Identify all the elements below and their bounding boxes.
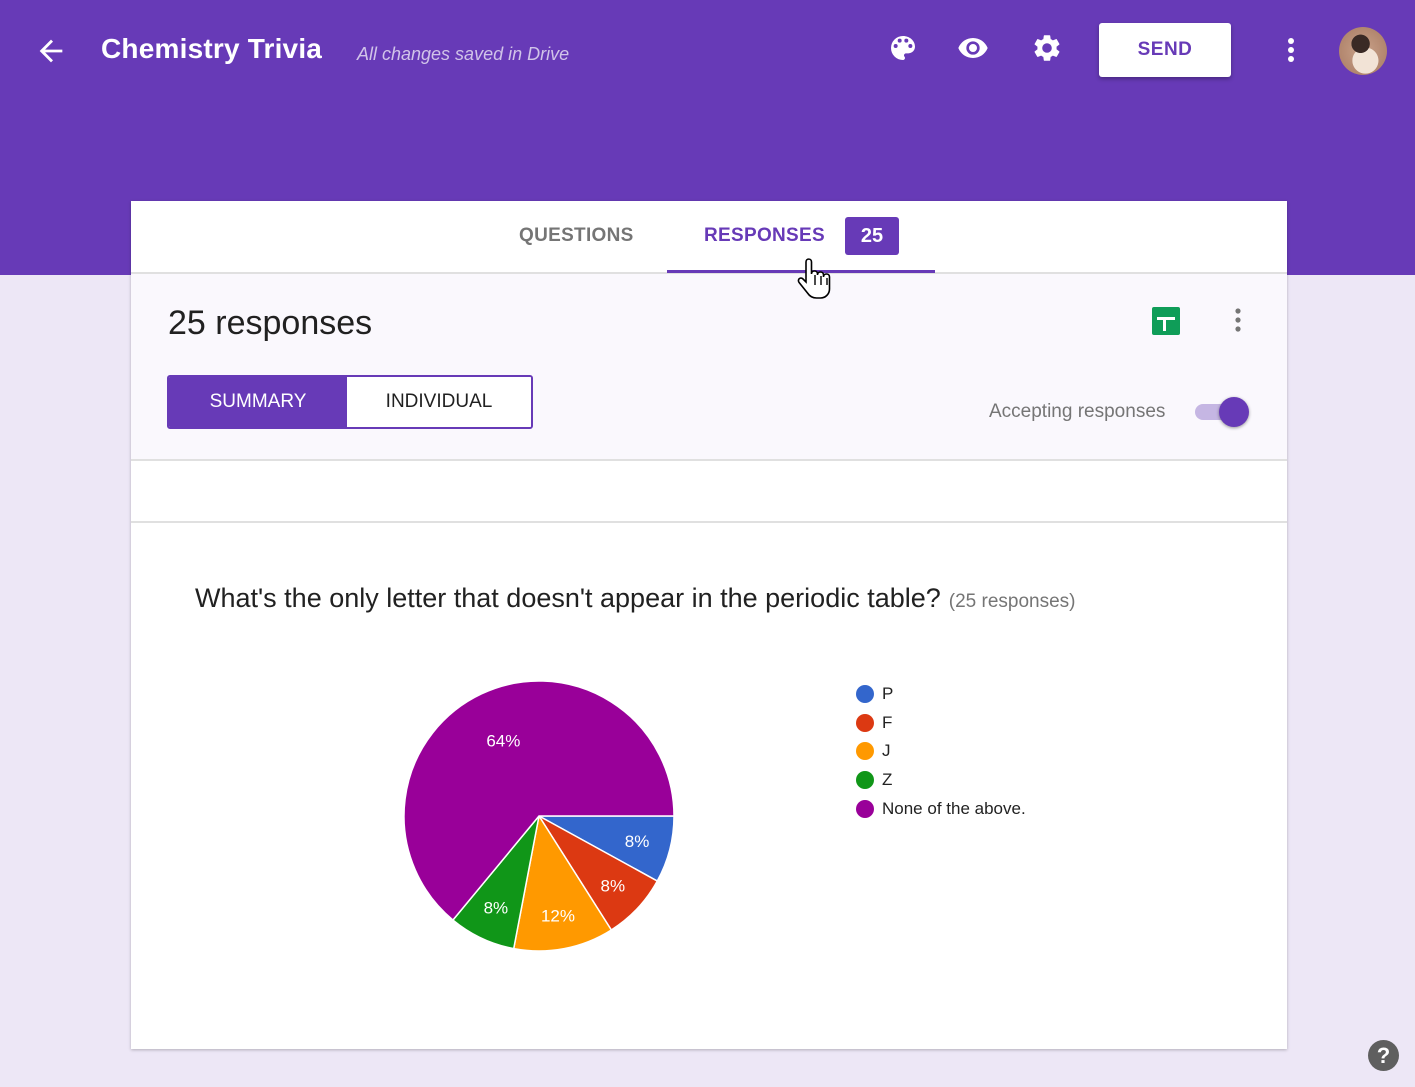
- legend-swatch: [856, 771, 874, 790]
- legend-item: F: [856, 709, 1026, 738]
- pie-data-label: 64%: [486, 731, 520, 750]
- legend-swatch: [856, 742, 874, 761]
- send-button[interactable]: SEND: [1099, 23, 1231, 77]
- form-title[interactable]: Chemistry Trivia: [101, 33, 322, 65]
- tab-responses[interactable]: RESPONSES: [704, 225, 825, 247]
- pie-data-label: 8%: [484, 899, 509, 918]
- help-icon[interactable]: ?: [1368, 1040, 1399, 1071]
- legend-item: Z: [856, 766, 1026, 795]
- pie-chart: 8% 8% 12% 8% 64%: [403, 680, 675, 952]
- legend-swatch: [856, 685, 874, 704]
- responses-count-badge: 25: [845, 217, 899, 255]
- pie-data-label: 8%: [625, 832, 650, 851]
- question-text: What's the only letter that doesn't appe…: [195, 583, 941, 613]
- pie-data-label: 8%: [601, 876, 626, 895]
- active-tab-indicator: [667, 270, 935, 273]
- view-toggle: SUMMARY INDIVIDUAL: [167, 375, 533, 429]
- toggle-thumb: [1219, 397, 1249, 427]
- palette-icon[interactable]: [887, 32, 919, 64]
- legend-label: P: [882, 684, 894, 704]
- more-vert-icon[interactable]: [1228, 305, 1248, 335]
- eye-icon[interactable]: [957, 32, 989, 64]
- legend-label: Z: [882, 770, 893, 790]
- tab-questions[interactable]: QUESTIONS: [519, 225, 634, 247]
- summary-view-button[interactable]: SUMMARY: [169, 377, 347, 427]
- legend-label: None of the above.: [882, 798, 1026, 818]
- legend-swatch: [856, 799, 874, 818]
- tab-bar: QUESTIONS RESPONSES 25: [131, 201, 1287, 274]
- accepting-responses-toggle[interactable]: [1195, 397, 1249, 427]
- legend-swatch: [856, 713, 874, 732]
- gear-icon[interactable]: [1031, 32, 1063, 64]
- back-arrow-icon[interactable]: [34, 34, 68, 68]
- chart-legend: P F J Z None of the above.: [856, 680, 1026, 823]
- avatar[interactable]: [1339, 27, 1387, 75]
- more-vert-icon[interactable]: [1280, 34, 1302, 66]
- individual-view-button[interactable]: INDIVIDUAL: [347, 377, 531, 427]
- legend-item: None of the above.: [856, 794, 1026, 823]
- legend-label: J: [882, 741, 891, 761]
- responses-count-heading: 25 responses: [168, 304, 373, 342]
- question-response-count: (25 responses): [948, 591, 1076, 612]
- sheets-icon[interactable]: [1152, 307, 1180, 335]
- legend-item: J: [856, 737, 1026, 766]
- section-divider: [131, 461, 1287, 523]
- save-status: All changes saved in Drive: [357, 44, 570, 64]
- legend-item: P: [856, 680, 1026, 709]
- form-card: QUESTIONS RESPONSES 25 25 responses SUMM…: [131, 201, 1287, 1049]
- responses-summary-panel: 25 responses SUMMARY INDIVIDUAL Acceptin…: [131, 274, 1287, 461]
- accepting-responses-label: Accepting responses: [989, 401, 1166, 422]
- pie-data-label: 12%: [541, 906, 575, 925]
- legend-label: F: [882, 712, 893, 732]
- question-title: What's the only letter that doesn't appe…: [195, 583, 1076, 614]
